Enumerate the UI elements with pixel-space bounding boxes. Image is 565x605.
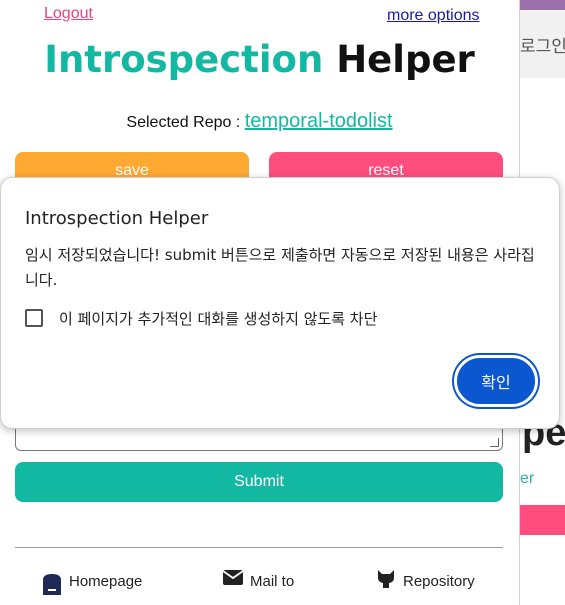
background-pink-bar	[520, 505, 565, 535]
background-login-text: 로그인	[520, 37, 565, 57]
selected-repo: Selected Repo : temporal-todolist	[0, 110, 519, 133]
selected-repo-label: Selected Repo :	[126, 114, 245, 131]
footer-repository-label: Repository	[403, 573, 475, 590]
block-dialogs-label[interactable]: 이 페이지가 추가적인 대화를 생성하지 않도록 차단	[59, 308, 377, 329]
footer-mail-label: Mail to	[250, 573, 295, 590]
page-title: Introspection Helper	[0, 38, 519, 81]
alert-dialog: Introspection Helper 임시 저장되었습니다! submit …	[0, 177, 560, 429]
mail-icon	[222, 570, 244, 585]
block-dialogs-checkbox[interactable]	[25, 309, 43, 327]
background-text-fragment: er	[520, 470, 535, 487]
dialog-ok-button[interactable]: 확인	[454, 355, 538, 407]
dialog-title: Introspection Helper	[25, 208, 209, 229]
more-options-link[interactable]: more options	[387, 7, 480, 25]
logout-link[interactable]: Logout	[44, 5, 93, 23]
title-helper: Helper	[336, 38, 475, 81]
resize-handle-icon[interactable]	[490, 438, 499, 447]
footer-repository-link[interactable]: Repository	[375, 560, 475, 596]
footer-divider	[15, 547, 503, 548]
home-icon	[43, 574, 61, 595]
dialog-message: 임시 저장되었습니다! submit 버튼으로 제출하면 자동으로 저장된 내용…	[25, 246, 535, 289]
footer-homepage-label: Homepage	[69, 573, 143, 590]
footer-mail-link[interactable]: Mail to	[222, 560, 294, 596]
submit-button[interactable]: Submit	[15, 462, 503, 502]
title-introspection: Introspection	[44, 38, 324, 81]
background-topbar	[520, 0, 565, 10]
footer-homepage-link[interactable]: Homepage	[41, 560, 142, 596]
github-icon	[378, 570, 394, 588]
selected-repo-link[interactable]: temporal-todolist	[245, 110, 393, 132]
